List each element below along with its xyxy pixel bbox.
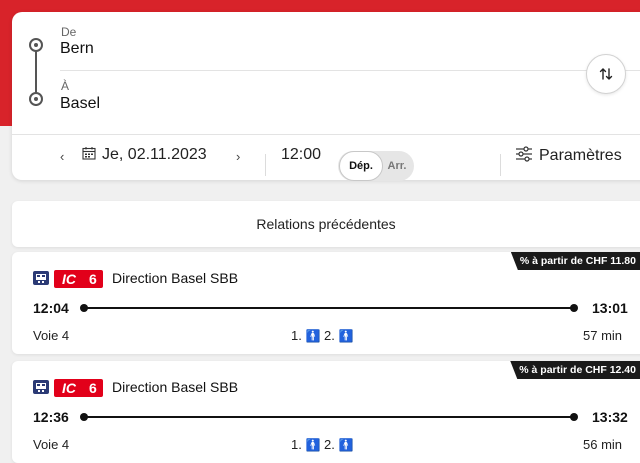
duration: 56 min	[583, 437, 623, 452]
field-divider	[60, 70, 640, 71]
platform: Voie 4	[33, 437, 70, 452]
previous-connections-button[interactable]: Relations précédentes	[12, 201, 640, 247]
swap-icon	[599, 68, 613, 80]
separator	[500, 154, 501, 176]
chevron-left-icon: ‹	[60, 149, 65, 164]
settings-label: Paramètres	[539, 147, 622, 164]
arrival-time: 13:32	[592, 409, 628, 425]
occupancy-icon: 🚹	[305, 438, 321, 452]
price-badge: % à partir de CHF 12.40	[510, 361, 640, 379]
arrival-time: 13:01	[592, 300, 628, 316]
occupancy-icon: 🚹	[338, 438, 354, 452]
timeline-end	[570, 304, 578, 312]
settings-sliders-icon	[516, 146, 532, 162]
date-value: Je, 02.11.2023	[102, 146, 207, 163]
swap-button[interactable]	[586, 54, 626, 94]
direction: Direction Basel SBB	[112, 270, 239, 286]
card-divider	[12, 134, 640, 135]
previous-connections-label: Relations précédentes	[256, 216, 396, 232]
duration: 57 min	[583, 328, 623, 343]
from-label: De	[61, 25, 77, 39]
timeline-line	[84, 307, 574, 309]
next-day-button[interactable]: ›	[236, 148, 240, 166]
occupancy-icon: 🚹	[305, 329, 321, 343]
from-field[interactable]: Bern	[60, 40, 94, 58]
route-start-icon	[29, 38, 43, 52]
arrival-option[interactable]: Arr.	[382, 151, 412, 181]
connection-card[interactable]: % à partir de CHF 12.40 IC 6 Direction B…	[12, 361, 640, 463]
to-label: À	[61, 79, 70, 93]
occupancy: 1. 🚹 2. 🚹	[291, 437, 354, 452]
connection-card[interactable]: % à partir de CHF 11.80 IC 6 Direction B…	[12, 252, 640, 354]
separator	[265, 154, 266, 176]
occupancy-icon: 🚹	[338, 329, 354, 343]
departure-time: 12:04	[33, 300, 69, 316]
chevron-right-icon: ›	[236, 149, 241, 164]
search-card: De Bern À Basel ‹ Je, 02.11.2023 › 12:00…	[12, 12, 640, 181]
settings-button[interactable]: Paramètres	[515, 146, 622, 165]
platform: Voie 4	[33, 328, 70, 343]
departure-option[interactable]: Dép.	[339, 151, 383, 181]
train-icon	[33, 380, 49, 394]
train-badge: IC 6	[54, 379, 103, 397]
occupancy: 1. 🚹 2. 🚹	[291, 328, 354, 343]
departure-arrival-toggle[interactable]: Dép. Arr.	[338, 151, 414, 181]
prev-day-button[interactable]: ‹	[60, 148, 64, 166]
departure-time: 12:36	[33, 409, 69, 425]
direction: Direction Basel SBB	[112, 379, 239, 395]
to-field[interactable]: Basel	[60, 95, 100, 113]
train-badge: IC 6	[54, 270, 103, 288]
calendar-icon	[82, 147, 96, 160]
date-picker[interactable]: Je, 02.11.2023	[82, 146, 207, 164]
train-icon	[33, 271, 49, 285]
timeline-line	[84, 416, 574, 418]
price-badge: % à partir de CHF 11.80	[510, 252, 640, 270]
time-field[interactable]: 12:00	[281, 146, 321, 164]
timeline-end	[570, 413, 578, 421]
route-end-icon	[29, 92, 43, 106]
